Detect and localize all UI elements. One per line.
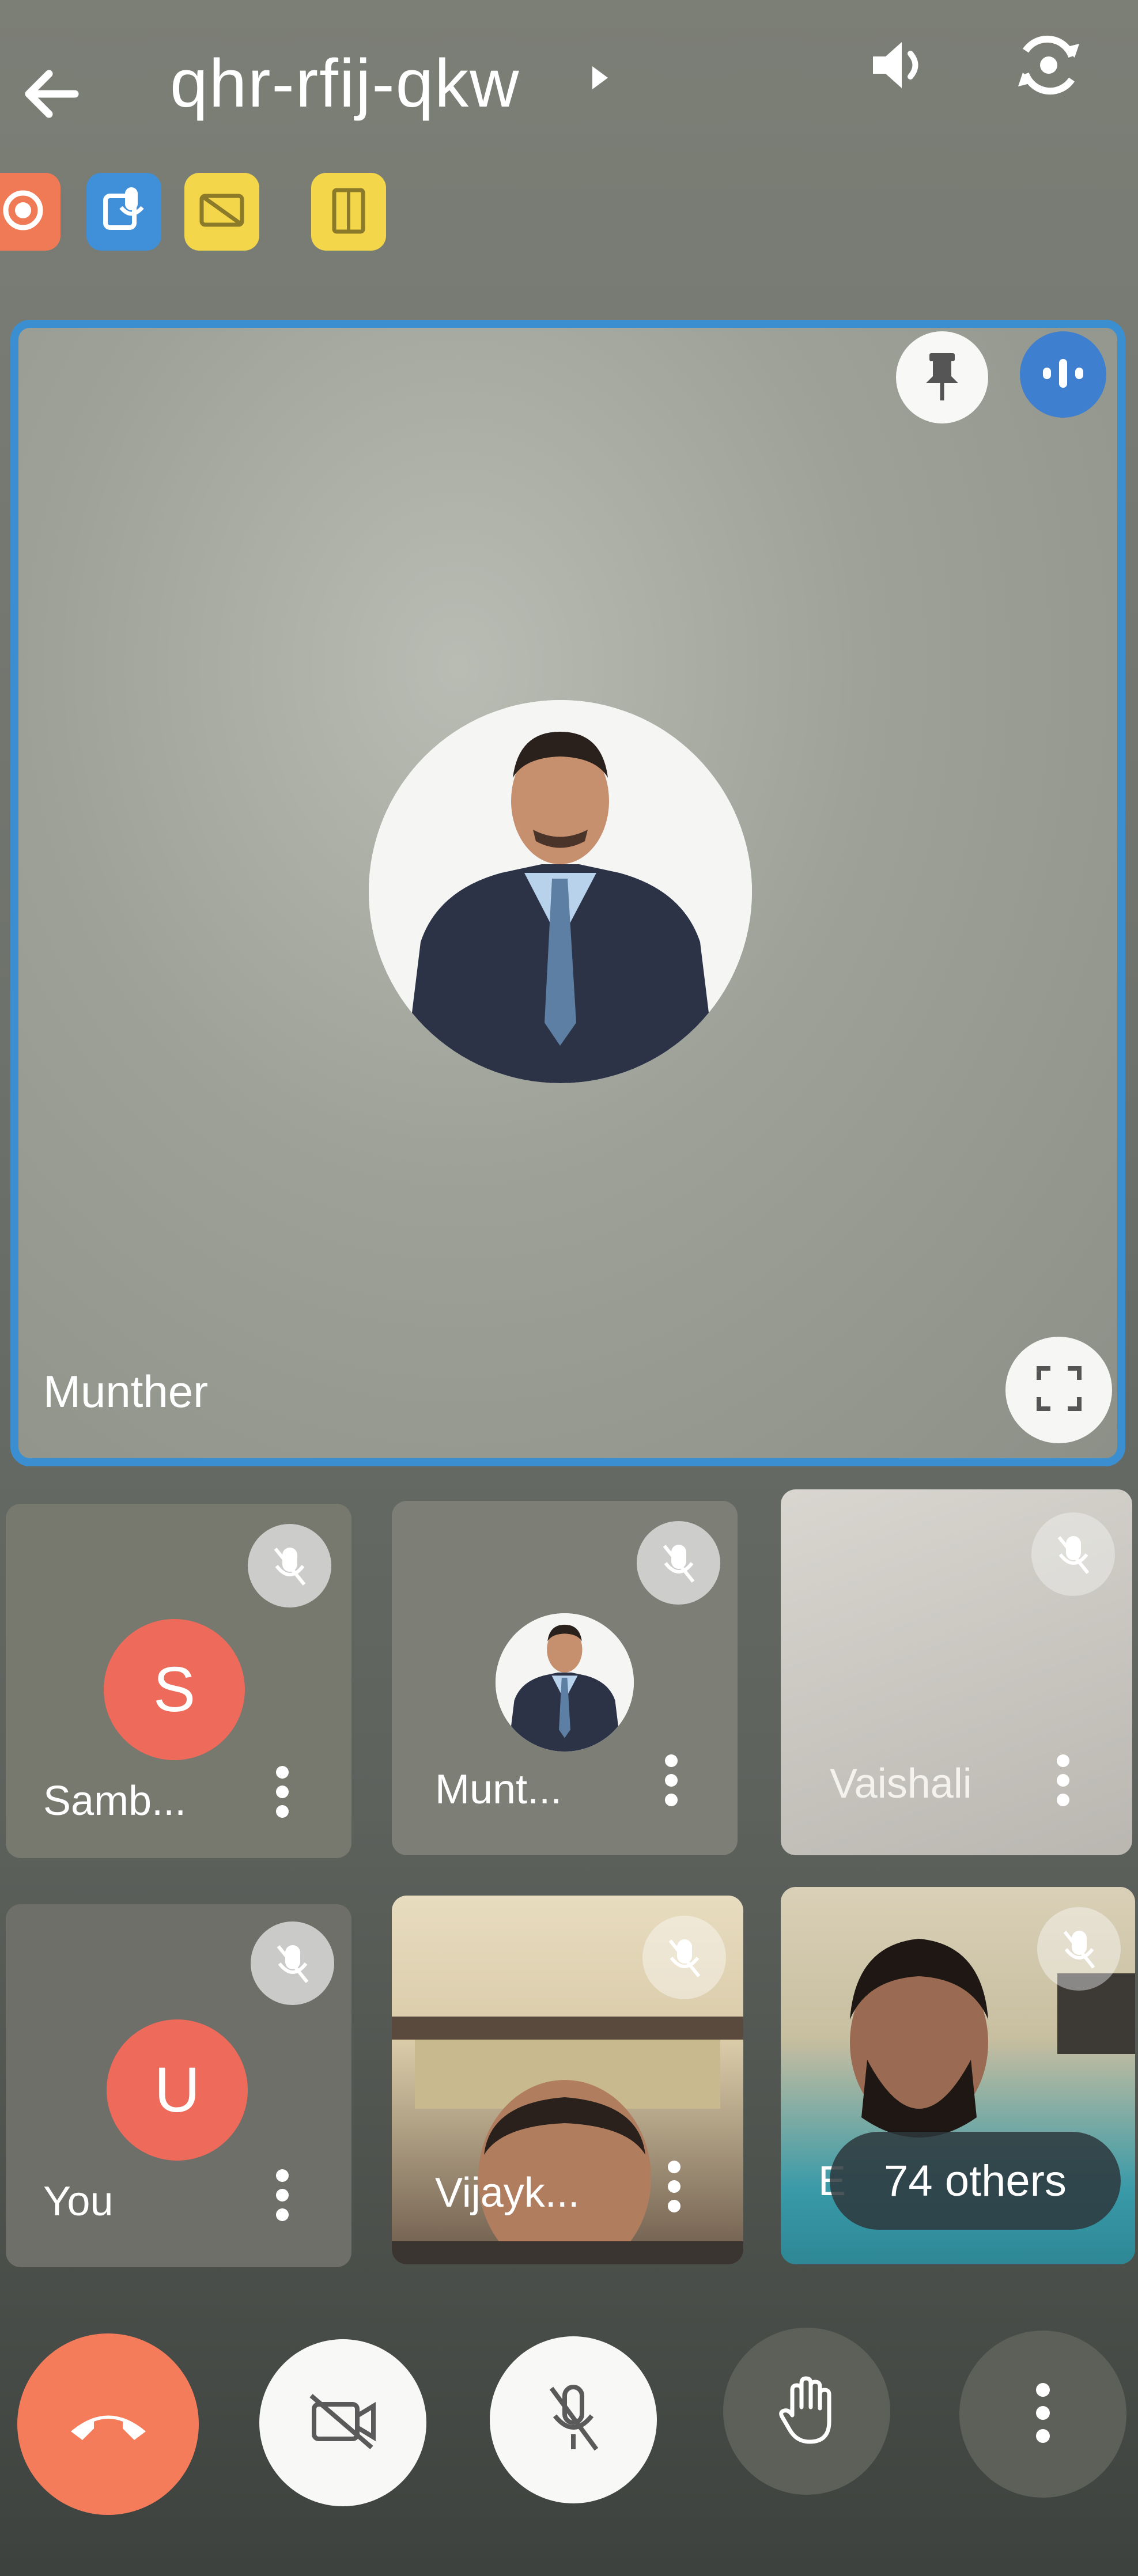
participant-options-button[interactable] [657,2146,691,2227]
participant-options-button[interactable] [265,2155,300,2235]
participant-options-button[interactable] [265,1752,300,1832]
participant-avatar: S [104,1619,245,1760]
participant-name: Vaishali [830,1761,972,1807]
mic-toggle-button[interactable] [490,2336,657,2503]
audio-level-icon [1037,353,1089,396]
speaker-button[interactable] [859,26,939,107]
recording-chip[interactable] [0,173,61,251]
speaker-icon [867,36,931,97]
mic-off-icon [1037,1907,1121,1991]
end-call-button[interactable] [17,2333,199,2515]
mic-off-icon [642,1916,726,1999]
more-vert-icon [1034,2381,1052,2448]
mic-off-icon [248,1524,331,1607]
mic-off-icon [251,1921,334,2005]
arrow-left-icon [20,65,84,126]
speaking-indicator [1020,331,1106,418]
camera-toggle-button[interactable] [259,2339,426,2506]
meeting-code-title[interactable]: qhr-rfij-qkw [170,40,520,127]
mic-off-icon [637,1521,720,1605]
pin-button[interactable] [896,331,988,423]
participant-name: You [43,2178,114,2225]
main-speaker-name: Munther [43,1366,209,1417]
pin-icon [919,347,965,408]
mic-off-icon [545,2381,602,2459]
fullscreen-icon [1033,1363,1085,1417]
fullscreen-button[interactable] [1005,1337,1112,1443]
mic-caption-icon [101,184,147,239]
hand-icon [775,2373,838,2450]
participant-name: Samb... [43,1778,187,1824]
caption-chip[interactable] [86,173,161,251]
flip-camera-icon [1011,33,1086,100]
more-options-button[interactable] [959,2331,1126,2498]
caret-right-icon[interactable] [582,60,617,95]
camera-off-icon [305,2390,380,2456]
raise-hand-button[interactable] [723,2328,890,2495]
participant-options-button[interactable] [1046,1740,1080,1821]
leave-chip[interactable] [311,173,386,251]
mic-off-icon [1031,1512,1115,1596]
flip-camera-button[interactable] [1005,26,1092,107]
back-button[interactable] [14,58,89,133]
hang-up-icon [65,2400,152,2449]
door-icon [326,184,372,239]
self-avatar: U [107,2019,248,2161]
participant-name: Vijayk... [435,2170,580,2216]
camera-chip[interactable] [184,173,259,251]
others-button[interactable]: 74 others [830,2132,1121,2230]
camera-off-icon [196,187,248,236]
participant-avatar [496,1613,634,1752]
participant-options-button[interactable] [654,1740,689,1821]
record-icon [0,187,46,236]
participant-name: Munt... [435,1766,562,1813]
speaker-avatar [369,700,752,1083]
